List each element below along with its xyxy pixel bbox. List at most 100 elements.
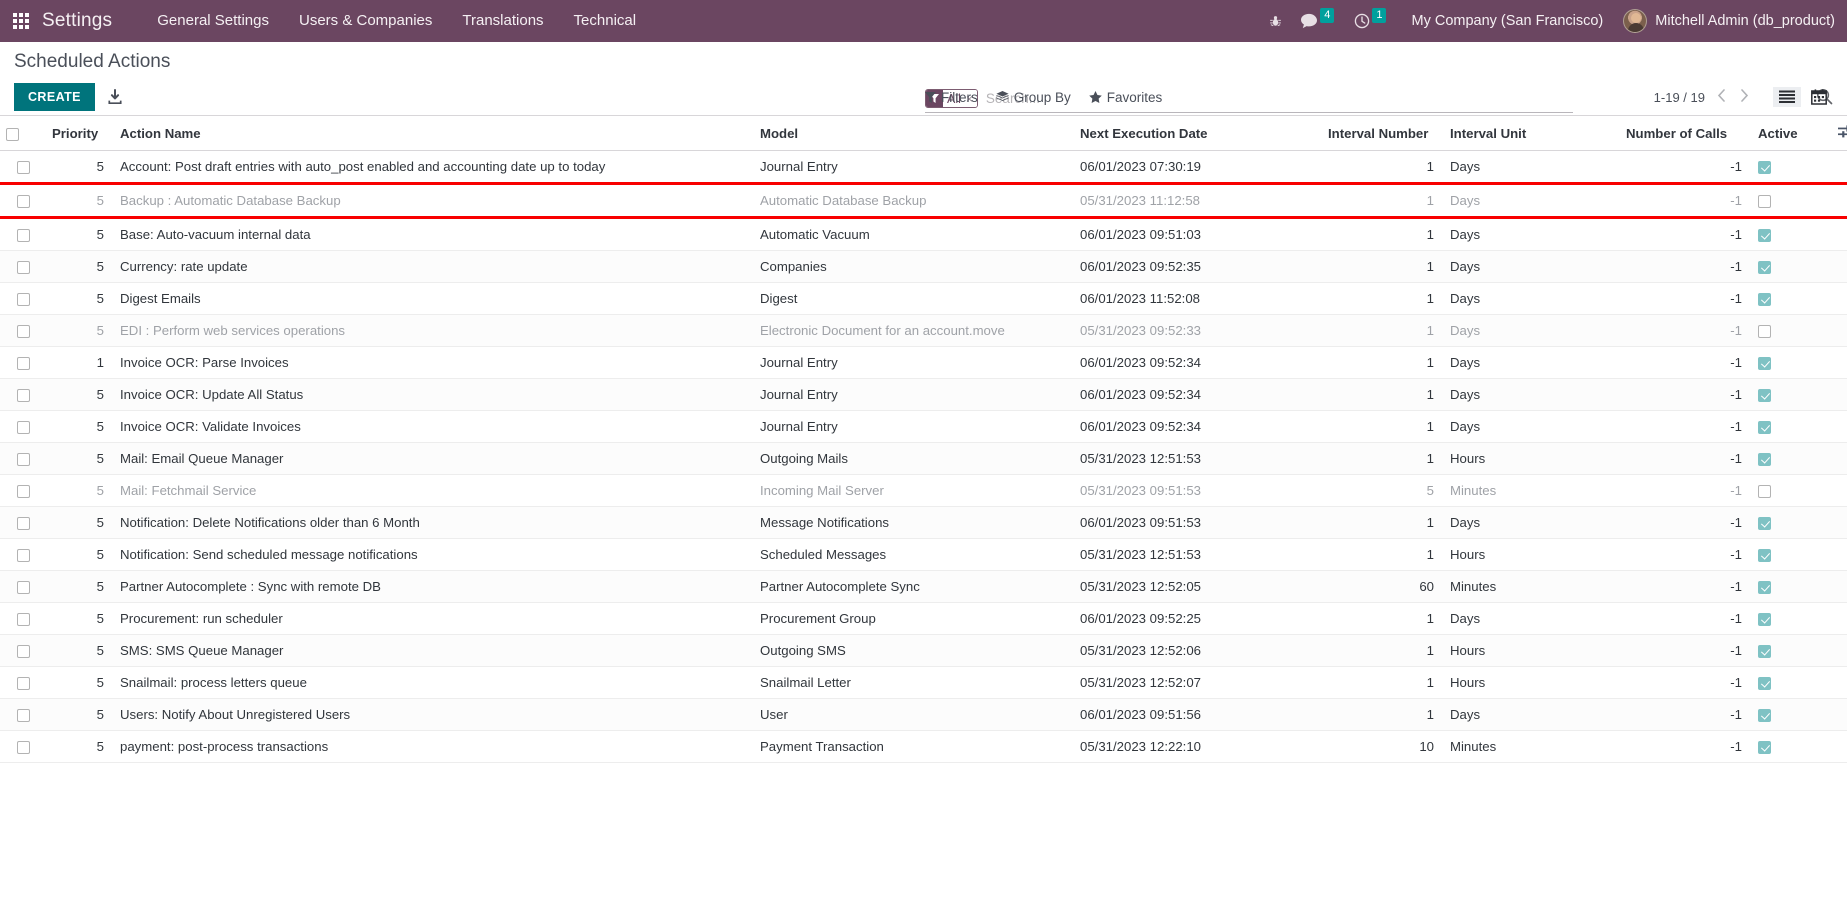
menu-technical[interactable]: Technical bbox=[559, 0, 652, 42]
select-all-checkbox[interactable] bbox=[6, 127, 19, 141]
apps-menu-toggle[interactable] bbox=[0, 0, 42, 42]
row-select-cell[interactable] bbox=[0, 538, 46, 572]
active-checkbox[interactable] bbox=[1758, 741, 1771, 755]
import-records-button[interactable] bbox=[107, 89, 123, 105]
row-select-checkbox[interactable] bbox=[16, 389, 30, 403]
row-select-cell[interactable] bbox=[0, 346, 46, 380]
column-header-active[interactable]: Active bbox=[1748, 116, 1832, 151]
cell-active[interactable] bbox=[1748, 634, 1832, 668]
row-select-cell[interactable] bbox=[0, 730, 46, 764]
table-row[interactable]: 5 Backup : Automatic Database Backup Autom… bbox=[0, 182, 1847, 220]
active-checkbox[interactable] bbox=[1758, 229, 1771, 243]
app-brand-settings[interactable]: Settings bbox=[42, 10, 112, 32]
row-select-cell[interactable] bbox=[0, 666, 46, 700]
table-row[interactable]: 5 Notification: Send scheduled message no… bbox=[0, 538, 1847, 572]
row-select-checkbox[interactable] bbox=[16, 453, 30, 467]
activity-menu-button[interactable]: 1 bbox=[1345, 0, 1397, 42]
debug-manager-button[interactable] bbox=[1260, 0, 1291, 42]
table-row[interactable]: 5 Currency: rate update Companies 06/01/202… bbox=[0, 250, 1847, 284]
row-select-checkbox[interactable] bbox=[16, 677, 30, 691]
cell-active[interactable] bbox=[1748, 730, 1832, 764]
row-select-checkbox[interactable] bbox=[16, 741, 30, 755]
cell-active[interactable] bbox=[1748, 182, 1832, 220]
row-select-checkbox[interactable] bbox=[16, 421, 30, 435]
row-select-checkbox[interactable] bbox=[16, 485, 30, 499]
row-select-cell[interactable] bbox=[0, 282, 46, 316]
column-header-next-execution[interactable]: Next Execution Date bbox=[1074, 116, 1322, 151]
cell-active[interactable] bbox=[1748, 570, 1832, 604]
cell-active[interactable] bbox=[1748, 346, 1832, 380]
groupby-dropdown[interactable]: Group By bbox=[996, 90, 1071, 105]
cell-active[interactable] bbox=[1748, 378, 1832, 412]
table-row[interactable]: 5 Invoice OCR: Validate Invoices Journal E… bbox=[0, 410, 1847, 444]
row-select-checkbox[interactable] bbox=[16, 161, 30, 175]
cell-active[interactable] bbox=[1748, 442, 1832, 476]
cell-active[interactable] bbox=[1748, 666, 1832, 700]
cell-active[interactable] bbox=[1748, 698, 1832, 732]
row-select-cell[interactable] bbox=[0, 250, 46, 284]
cell-active[interactable] bbox=[1748, 314, 1832, 348]
table-row[interactable]: 5 Users: Notify About Unregistered Users U… bbox=[0, 698, 1847, 732]
pager-next-button[interactable] bbox=[1738, 88, 1751, 106]
menu-translations[interactable]: Translations bbox=[447, 0, 558, 42]
row-select-cell[interactable] bbox=[0, 506, 46, 540]
row-select-checkbox[interactable] bbox=[16, 709, 30, 723]
table-row[interactable]: 5 Digest Emails Digest 06/01/2023 11:52:08 1… bbox=[0, 282, 1847, 316]
table-row[interactable]: 5 Notification: Delete Notifications olde… bbox=[0, 506, 1847, 540]
column-header-model[interactable]: Model bbox=[754, 116, 1074, 151]
cell-active[interactable] bbox=[1748, 217, 1832, 252]
row-select-cell[interactable] bbox=[0, 602, 46, 636]
cell-active[interactable] bbox=[1748, 506, 1832, 540]
row-select-cell[interactable] bbox=[0, 217, 46, 252]
active-checkbox[interactable] bbox=[1758, 357, 1771, 371]
pager-value[interactable]: 1-19 / 19 bbox=[1654, 90, 1705, 105]
table-row[interactable]: 5 Mail: Fetchmail Service Incoming Mail Se… bbox=[0, 474, 1847, 508]
active-checkbox[interactable] bbox=[1758, 581, 1771, 595]
pager-previous-button[interactable] bbox=[1715, 88, 1728, 106]
column-header-number-of-calls[interactable]: Number of Calls bbox=[1620, 116, 1748, 151]
active-checkbox[interactable] bbox=[1758, 677, 1771, 691]
active-checkbox[interactable] bbox=[1758, 195, 1771, 209]
table-row[interactable]: 5 payment: post-process transactions Payme… bbox=[0, 730, 1847, 764]
optional-columns-toggle[interactable] bbox=[1832, 116, 1847, 151]
favorites-dropdown[interactable]: Favorites bbox=[1089, 90, 1162, 105]
active-checkbox[interactable] bbox=[1758, 293, 1771, 307]
create-button[interactable]: CREATE bbox=[14, 83, 95, 111]
cell-active[interactable] bbox=[1748, 602, 1832, 636]
user-menu[interactable]: Mitchell Admin (db_product) bbox=[1617, 9, 1835, 33]
table-row[interactable]: 5 Base: Auto-vacuum internal data Automati… bbox=[0, 217, 1847, 252]
cell-active[interactable] bbox=[1748, 282, 1832, 316]
cell-active[interactable] bbox=[1748, 474, 1832, 508]
calendar-view-button[interactable] bbox=[1805, 86, 1833, 108]
row-select-checkbox[interactable] bbox=[16, 645, 30, 659]
cell-active[interactable] bbox=[1748, 150, 1832, 185]
row-select-checkbox[interactable] bbox=[16, 549, 30, 563]
cell-active[interactable] bbox=[1748, 538, 1832, 572]
active-checkbox[interactable] bbox=[1758, 549, 1771, 563]
table-row[interactable]: 1 Invoice OCR: Parse Invoices Journal Entr… bbox=[0, 346, 1847, 380]
row-select-checkbox[interactable] bbox=[16, 293, 30, 307]
table-row[interactable]: 5 Snailmail: process letters queue Snailma… bbox=[0, 666, 1847, 700]
active-checkbox[interactable] bbox=[1758, 389, 1771, 403]
menu-users-companies[interactable]: Users & Companies bbox=[284, 0, 447, 42]
company-switcher[interactable]: My Company (San Francisco) bbox=[1397, 13, 1617, 29]
active-checkbox[interactable] bbox=[1758, 709, 1771, 723]
active-checkbox[interactable] bbox=[1758, 613, 1771, 627]
row-select-cell[interactable] bbox=[0, 182, 46, 220]
row-select-cell[interactable] bbox=[0, 314, 46, 348]
column-header-interval-number[interactable]: Interval Number bbox=[1322, 116, 1440, 151]
table-row[interactable]: 5 SMS: SMS Queue Manager Outgoing SMS 05/31… bbox=[0, 634, 1847, 668]
active-checkbox[interactable] bbox=[1758, 261, 1771, 275]
table-row[interactable]: 5 EDI : Perform web services operations El… bbox=[0, 314, 1847, 348]
row-select-cell[interactable] bbox=[0, 634, 46, 668]
row-select-checkbox[interactable] bbox=[16, 195, 30, 209]
column-header-priority[interactable]: Priority bbox=[46, 116, 114, 151]
row-select-checkbox[interactable] bbox=[16, 581, 30, 595]
row-select-cell[interactable] bbox=[0, 378, 46, 412]
active-checkbox[interactable] bbox=[1758, 421, 1771, 435]
table-row[interactable]: 5 Procurement: run scheduler Procurement G… bbox=[0, 602, 1847, 636]
row-select-checkbox[interactable] bbox=[16, 261, 30, 275]
active-checkbox[interactable] bbox=[1758, 485, 1771, 499]
row-select-cell[interactable] bbox=[0, 410, 46, 444]
list-view-button[interactable] bbox=[1773, 87, 1801, 107]
